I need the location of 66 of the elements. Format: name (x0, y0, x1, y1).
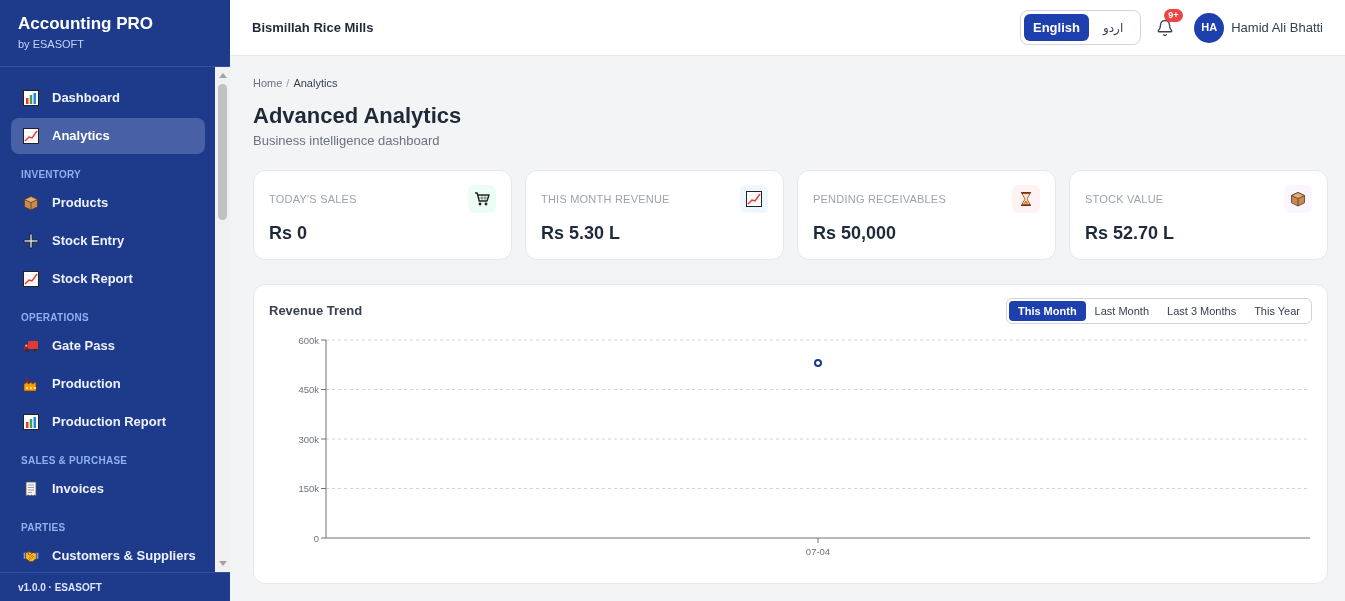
page-title: Advanced Analytics (253, 102, 463, 130)
nav-item[interactable]: Dashboard (11, 80, 205, 116)
nav-item[interactable]: Customers & Suppliers (11, 538, 205, 572)
scrollbar-thumb[interactable] (218, 84, 227, 220)
bar-chart-icon (23, 414, 39, 430)
stat-value: Rs 5.30 L (541, 222, 622, 245)
page-subtitle: Business intelligence dashboard (253, 132, 441, 150)
nav-item[interactable]: Production Report (11, 404, 205, 440)
handshake-icon (23, 548, 39, 564)
truck-icon (23, 338, 39, 354)
line-chart-icon (740, 185, 768, 213)
stat-label: TODAY'S SALES (269, 191, 357, 207)
x-tick-label: 07-04 (805, 546, 831, 557)
y-tick-label: 150k (298, 483, 319, 494)
nav-section-heading: SALES & PURCHASE (20, 454, 129, 468)
bar-chart-icon (23, 90, 39, 106)
breadcrumb-separator: / (286, 76, 290, 90)
y-tick-label: 450k (298, 384, 319, 395)
language-option[interactable]: اردو (1088, 14, 1138, 41)
scroll-up-arrow-icon[interactable] (218, 73, 227, 78)
shopping-cart-icon (468, 185, 496, 213)
nav-item[interactable]: Stock Report (11, 261, 205, 297)
nav-item[interactable]: Analytics (11, 118, 205, 154)
notification-count-badge: 9+ (1164, 8, 1183, 22)
chart-title: Revenue Trend (269, 302, 363, 321)
nav-item[interactable]: Gate Pass (11, 328, 205, 364)
range-option[interactable]: Last Month (1085, 301, 1159, 321)
scroll-down-arrow-icon[interactable] (218, 561, 227, 566)
line-chart-icon (23, 128, 39, 144)
nav-section-heading: OPERATIONS (20, 311, 90, 325)
bell-icon[interactable] (1156, 18, 1175, 37)
stat-label: STOCK VALUE (1085, 191, 1164, 207)
receipt-icon (23, 481, 39, 497)
version-text: v1.0.0 · ESASOFT (18, 580, 102, 595)
box-icon (23, 195, 39, 211)
y-tick-label: 600k (298, 334, 319, 346)
line-chart-icon (23, 271, 39, 287)
breadcrumb-link[interactable]: Home (253, 76, 283, 90)
scrollbar[interactable] (215, 67, 230, 572)
y-tick-label: 0 (313, 532, 319, 544)
range-option[interactable]: This Year (1245, 301, 1309, 321)
nav-item[interactable]: Invoices (11, 471, 205, 507)
factory-icon (23, 376, 39, 392)
company-name: Bismillah Rice Mills (252, 18, 374, 37)
stat-value: Rs 52.70 L (1085, 222, 1176, 245)
nav-item[interactable]: Products (11, 185, 205, 221)
plus-icon (23, 233, 39, 249)
language-option[interactable]: English (1024, 14, 1089, 41)
stat-label: PENDING RECEIVABLES (813, 191, 946, 207)
stat-label: THIS MONTH REVENUE (541, 191, 670, 207)
stat-value: Rs 0 (269, 222, 309, 245)
app-title: Accounting PRO (18, 14, 155, 34)
nav-item[interactable]: Stock Entry (11, 223, 205, 259)
nav-item[interactable]: Production (11, 366, 205, 402)
stat-value: Rs 50,000 (813, 222, 898, 245)
box-icon (1284, 185, 1312, 213)
hourglass-icon (1012, 185, 1040, 213)
range-option[interactable]: This Month (1008, 301, 1086, 321)
app-subtitle: by ESASOFT (18, 37, 86, 51)
y-tick-label: 300k (298, 433, 319, 445)
range-option[interactable]: Last 3 Months (1158, 301, 1246, 321)
user-name[interactable]: Hamid Ali Bhatti (1231, 17, 1323, 38)
breadcrumb-current-page: Analytics (293, 76, 338, 90)
nav-section-heading: PARTIES (20, 521, 67, 535)
nav-section-heading: INVENTORY (20, 168, 83, 182)
user-avatar[interactable]: HA (1194, 12, 1225, 43)
